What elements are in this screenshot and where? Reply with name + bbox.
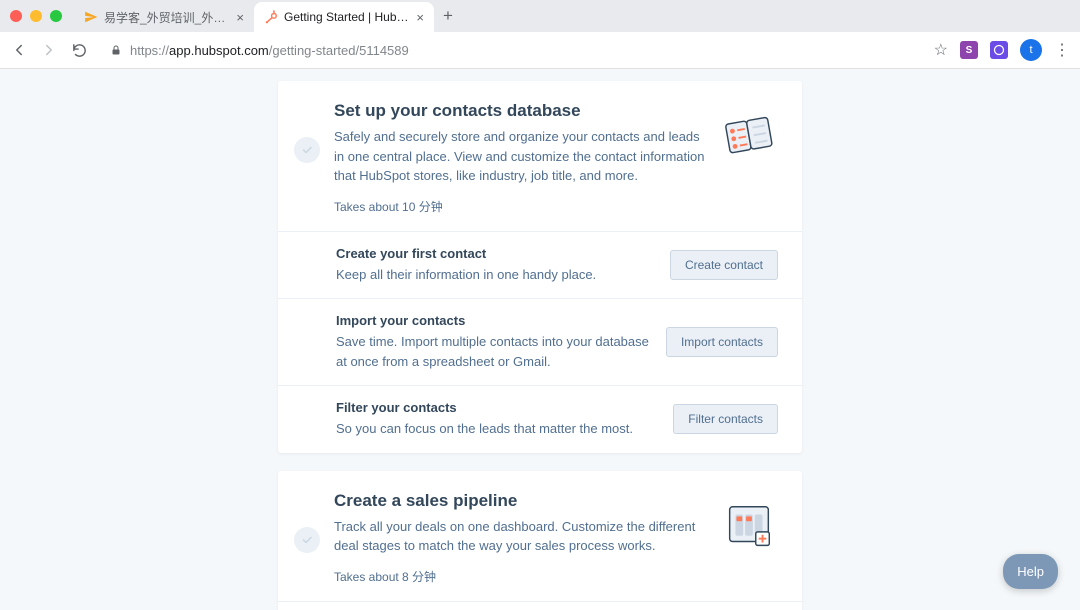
import-contacts-button[interactable]: Import contacts: [666, 327, 778, 357]
new-tab-button[interactable]: +: [434, 6, 462, 26]
address-bar[interactable]: https://app.hubspot.com/getting-started/…: [100, 36, 922, 64]
onboarding-card-pipeline: Create a sales pipeline Track all your d…: [278, 471, 802, 610]
pipeline-illustration-icon: [720, 499, 778, 555]
close-icon[interactable]: ×: [236, 10, 244, 25]
task-subtitle: Save time. Import multiple contacts into…: [336, 332, 650, 371]
tab-title: 易学客_外贸培训_外贸业务培训: [104, 9, 230, 26]
profile-avatar[interactable]: t: [1020, 39, 1042, 61]
tab-title: Getting Started | HubSpot: [284, 10, 410, 24]
help-button[interactable]: Help: [1003, 554, 1058, 589]
browser-tab-2[interactable]: Getting Started | HubSpot ×: [254, 2, 434, 32]
reload-button[interactable]: [70, 41, 88, 59]
star-icon[interactable]: ☆: [934, 40, 948, 60]
hubspot-icon: [264, 10, 278, 24]
task-subtitle: Keep all their information in one handy …: [336, 265, 654, 285]
create-contact-button[interactable]: Create contact: [670, 250, 778, 280]
card-time-estimate: Takes about 10 分钟: [334, 198, 706, 215]
checkmark-icon: [294, 137, 320, 163]
forward-button[interactable]: [40, 41, 58, 59]
card-time-estimate: Takes about 8 分钟: [334, 568, 706, 585]
url-text: https://app.hubspot.com/getting-started/…: [130, 43, 409, 58]
task-title: Create your first contact: [336, 246, 654, 261]
lock-icon: [110, 44, 122, 56]
task-title: Import your contacts: [336, 313, 650, 328]
card-title: Create a sales pipeline: [334, 491, 706, 511]
window-close-button[interactable]: [10, 10, 22, 22]
contacts-illustration-icon: [720, 109, 778, 165]
close-icon[interactable]: ×: [416, 10, 424, 25]
extension-icon-s[interactable]: S: [960, 41, 978, 59]
card-header: Set up your contacts database Safely and…: [278, 81, 802, 231]
browser-tab-1[interactable]: 易学客_外贸培训_外贸业务培训 ×: [74, 2, 254, 32]
paper-airplane-icon: [84, 10, 98, 24]
browser-chrome: 易学客_外贸培训_外贸业务培训 × Getting Started | HubS…: [0, 0, 1080, 69]
extension-icon-2[interactable]: [990, 41, 1008, 59]
card-description: Safely and securely store and organize y…: [334, 127, 706, 186]
task-row-import-contacts: Import your contacts Save time. Import m…: [278, 298, 802, 385]
card-title: Set up your contacts database: [334, 101, 706, 121]
card-description: Track all your deals on one dashboard. C…: [334, 517, 706, 556]
traffic-lights: [10, 10, 62, 22]
task-subtitle: So you can focus on the leads that matte…: [336, 419, 657, 439]
task-row-filter-contacts: Filter your contacts So you can focus on…: [278, 385, 802, 453]
window-maximize-button[interactable]: [50, 10, 62, 22]
onboarding-card-contacts: Set up your contacts database Safely and…: [278, 81, 802, 453]
content-column: Set up your contacts database Safely and…: [278, 69, 802, 610]
toolbar: https://app.hubspot.com/getting-started/…: [0, 32, 1080, 68]
back-button[interactable]: [10, 41, 28, 59]
window-minimize-button[interactable]: [30, 10, 42, 22]
filter-contacts-button[interactable]: Filter contacts: [673, 404, 778, 434]
menu-icon[interactable]: ⋮: [1054, 40, 1070, 60]
tab-strip: 易学客_外贸培训_外贸业务培训 × Getting Started | HubS…: [0, 0, 1080, 32]
card-header: Create a sales pipeline Track all your d…: [278, 471, 802, 601]
checkmark-icon: [294, 527, 320, 553]
task-title: Filter your contacts: [336, 400, 657, 415]
page-viewport: Set up your contacts database Safely and…: [0, 69, 1080, 610]
task-row-create-contact: Create your first contact Keep all their…: [278, 231, 802, 299]
